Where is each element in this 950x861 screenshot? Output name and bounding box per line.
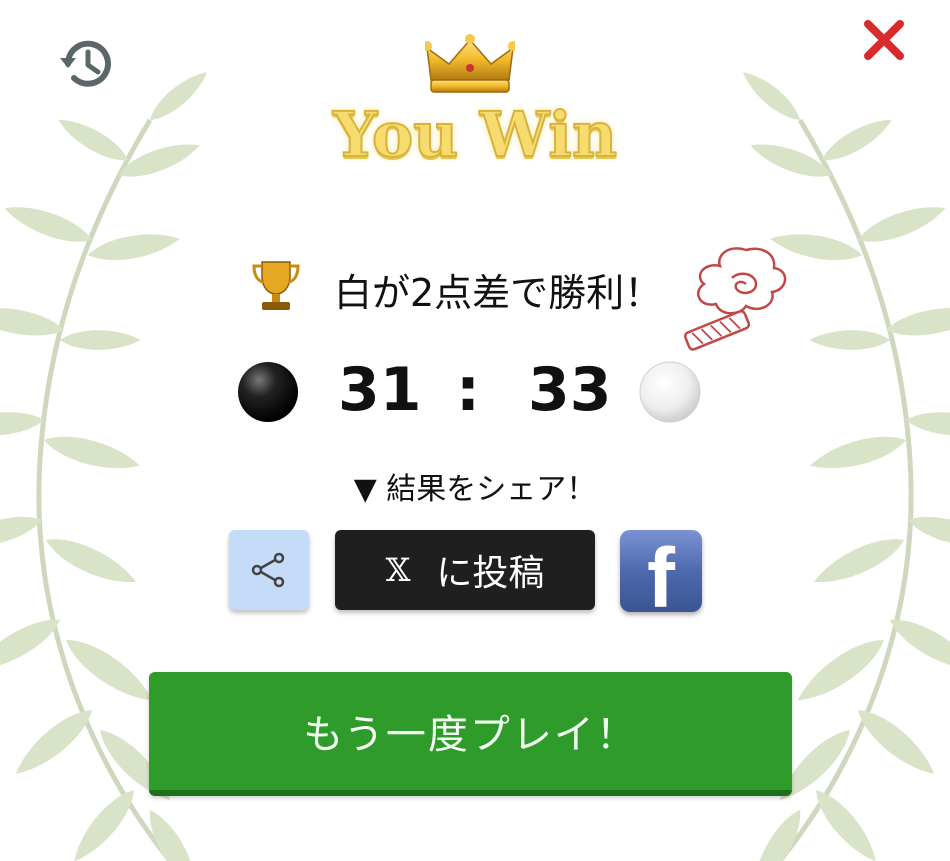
share-heading: ▼ 結果をシェア！	[353, 472, 597, 507]
x-logo-icon: 𝕏	[385, 551, 411, 589]
result-row: 白が2点差で勝利！	[250, 258, 710, 315]
page-title: You Win	[332, 97, 618, 172]
score-separator: :	[456, 355, 480, 425]
score-row: 31 : 33	[0, 355, 950, 425]
history-icon	[60, 40, 111, 87]
result-dialog: You Win 白が2点差で勝利！ 31: 33 ▼ 結果をシェア！ 𝕏 に投…	[0, 0, 950, 861]
close-icon	[864, 20, 904, 60]
share-button[interactable]	[229, 530, 309, 610]
black-score: 31	[338, 355, 422, 425]
close-button[interactable]	[862, 18, 906, 62]
facebook-icon: f	[647, 531, 675, 612]
post-to-x-label: に投稿	[436, 553, 545, 594]
white-score: 33	[528, 355, 612, 425]
black-stone-icon	[238, 362, 298, 422]
history-button[interactable]	[58, 34, 118, 94]
crown-icon	[425, 34, 515, 93]
white-stone-icon	[639, 361, 701, 423]
play-again-label: もう一度プレイ！	[303, 712, 638, 758]
play-again-button[interactable]: もう一度プレイ！	[149, 672, 792, 796]
post-to-x-button[interactable]: 𝕏 に投稿	[335, 530, 595, 610]
facebook-share-button[interactable]: f	[620, 530, 702, 612]
share-icon	[251, 552, 285, 588]
result-message: 白が2点差で勝利！	[334, 271, 663, 315]
cigar-smoke-icon	[683, 247, 787, 351]
trophy-icon	[252, 261, 300, 310]
